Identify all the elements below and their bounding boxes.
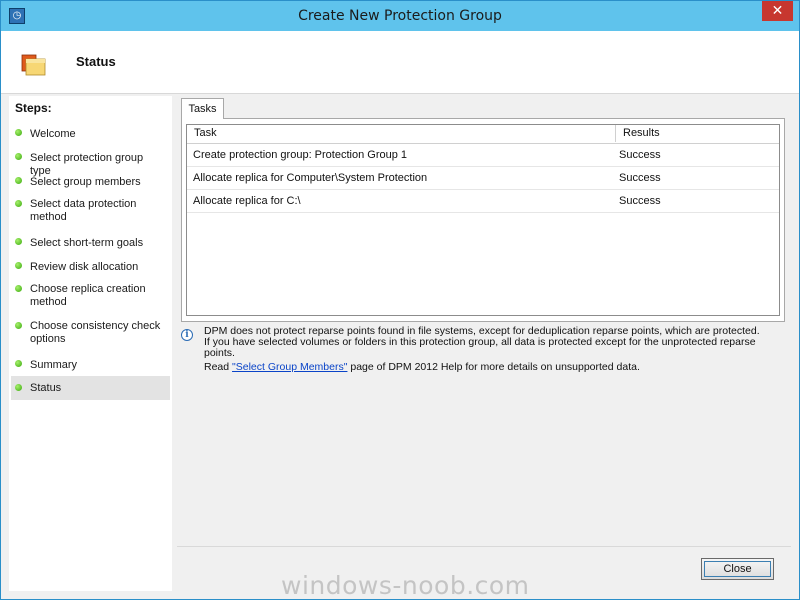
task-cell: Allocate replica for Computer\System Pro…	[193, 172, 428, 184]
window-close-button[interactable]: ✕	[762, 1, 793, 21]
step-status[interactable]: Status	[11, 376, 170, 400]
step-welcome[interactable]: Welcome	[11, 126, 170, 143]
tasks-tab-panel: Task Results Create protection group: Pr…	[181, 118, 785, 322]
step-label: Select short-term goals	[30, 237, 144, 249]
status-dot-icon	[15, 262, 22, 269]
page-title: Status	[76, 54, 116, 69]
info-text: DPM does not protect reparse points foun…	[204, 325, 760, 359]
window-title: Create New Protection Group	[298, 8, 502, 24]
step-select-short-term-goals[interactable]: Select short-term goals	[11, 235, 170, 252]
step-label: Summary	[30, 359, 78, 371]
info-read-line: Read "Select Group Members" page of DPM …	[204, 362, 640, 373]
close-button[interactable]: Close	[701, 558, 774, 580]
step-label: Welcome	[30, 128, 76, 140]
step-label: Choose consistency check options	[30, 320, 161, 345]
main-panel: Tasks Task Results Create protection gro…	[177, 98, 791, 543]
status-dot-icon	[15, 322, 22, 329]
steps-sidebar: Steps: Welcome Select protection group t…	[9, 96, 172, 591]
status-dot-icon	[15, 129, 22, 136]
table-row[interactable]: Allocate replica for C:\ Success	[187, 190, 779, 213]
steps-heading: Steps:	[15, 101, 52, 115]
task-cell: Allocate replica for C:\	[193, 195, 301, 207]
step-review-disk-allocation[interactable]: Review disk allocation	[11, 259, 170, 276]
tab-tasks[interactable]: Tasks	[181, 98, 224, 119]
divider	[177, 546, 791, 547]
column-header-task[interactable]: Task	[194, 127, 217, 139]
content-area: Steps: Welcome Select protection group t…	[1, 94, 799, 599]
step-label: Choose replica creation method	[30, 283, 146, 308]
step-label: Select group members	[30, 176, 141, 188]
info-icon: i	[181, 329, 193, 341]
column-header-results[interactable]: Results	[623, 127, 660, 139]
status-dot-icon	[15, 285, 22, 292]
table-row[interactable]: Allocate replica for Computer\System Pro…	[187, 167, 779, 190]
status-dot-icon	[15, 360, 22, 367]
step-label: Status	[30, 382, 62, 394]
result-cell: Success	[619, 149, 661, 161]
step-label: Select data protection method	[30, 198, 137, 223]
status-dot-icon	[15, 384, 22, 391]
step-choose-replica-creation-method[interactable]: Choose replica creation method	[11, 282, 170, 310]
status-dot-icon	[15, 153, 22, 160]
tasks-table[interactable]: Task Results Create protection group: Pr…	[186, 124, 780, 316]
result-cell: Success	[619, 195, 661, 207]
status-dot-icon	[15, 177, 22, 184]
page-header: Status	[1, 31, 799, 94]
select-group-members-link[interactable]: "Select Group Members"	[232, 361, 347, 373]
step-choose-consistency-check-options[interactable]: Choose consistency check options	[11, 319, 170, 347]
folder-icon	[21, 54, 46, 76]
read-suffix: page of DPM 2012 Help for more details o…	[347, 361, 640, 373]
title-bar[interactable]: ◷ Create New Protection Group ✕	[1, 1, 799, 31]
status-dot-icon	[15, 238, 22, 245]
step-select-protection-group-type[interactable]: Select protection group type	[11, 150, 170, 177]
result-cell: Success	[619, 172, 661, 184]
table-row[interactable]: Create protection group: Protection Grou…	[187, 144, 779, 167]
status-dot-icon	[15, 200, 22, 207]
step-select-data-protection-method[interactable]: Select data protection method	[11, 197, 170, 225]
task-cell: Create protection group: Protection Grou…	[193, 149, 408, 161]
column-separator[interactable]	[615, 125, 616, 142]
watermark-text: windows-noob.com	[281, 571, 530, 600]
focus-rectangle	[704, 561, 771, 577]
read-prefix: Read	[204, 361, 233, 373]
dialog-window: ◷ Create New Protection Group ✕ Status S…	[0, 0, 800, 600]
step-select-group-members[interactable]: Select group members	[11, 174, 170, 191]
table-header: Task Results	[187, 125, 779, 144]
step-label: Review disk allocation	[30, 261, 139, 273]
step-summary[interactable]: Summary	[11, 357, 170, 374]
